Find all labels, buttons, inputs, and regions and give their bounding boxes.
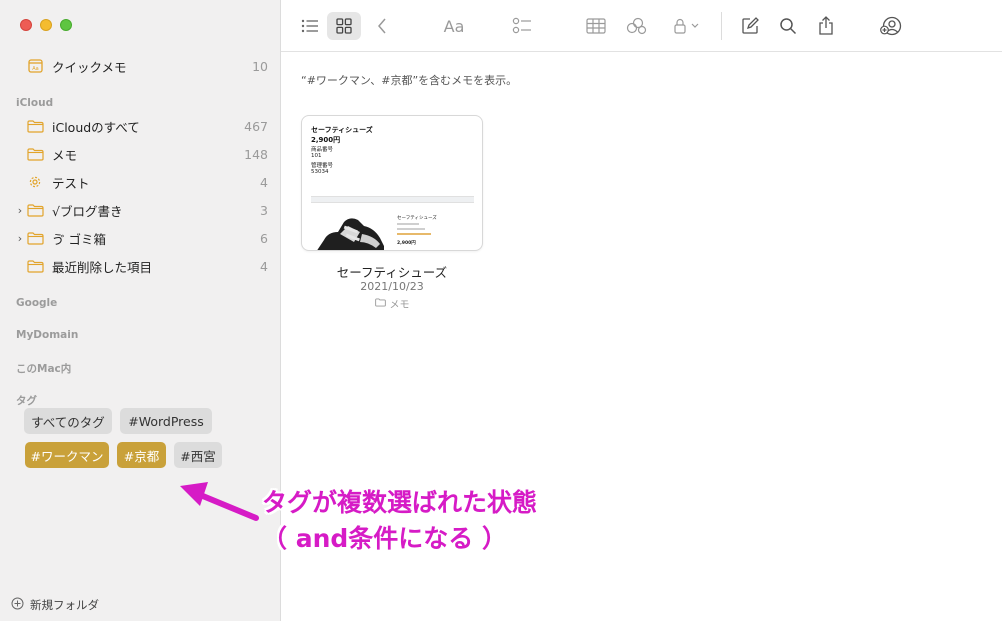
tag-workman[interactable]: #ワークマン [25,442,109,468]
sidebar-item-recently-deleted[interactable]: 最近削除した項目 4 [14,253,268,279]
sidebar-item-count: 4 [260,174,268,190]
preview-text: 53034 [311,169,329,175]
quick-note-icon: Aa [26,59,44,73]
section-header-tags: タグ [16,395,37,407]
sidebar: Aa クイックメモ 10 iCloud iCloudのすべて 467 メモ 14… [0,0,281,621]
disclosure-chevron-icon[interactable]: › [14,232,26,245]
share-icon[interactable] [813,12,839,40]
preview-product-name: セーフティシューズ [397,216,437,221]
search-icon[interactable] [775,12,801,40]
sidebar-item-count: 467 [244,118,268,134]
notes-window: Aa クイックメモ 10 iCloud iCloudのすべて 467 メモ 14… [0,0,1002,621]
note-folder-label: メモ [389,300,410,311]
sidebar-item-label: √ブログ書き [52,203,123,219]
folder-icon [26,203,44,217]
zoom-window-button[interactable] [60,19,72,31]
sidebar-item-quick-note[interactable]: Aa クイックメモ 10 [14,53,268,79]
checklist-icon[interactable] [509,12,535,40]
annotation-text-line2: （ and条件になる ） [262,524,507,553]
sidebar-item-count: 10 [252,58,268,74]
sidebar-item-label: ゔ ゴミ箱 [52,231,107,247]
section-header-google[interactable]: Google [16,297,57,309]
sidebar-item-test[interactable]: テスト 4 [14,169,268,195]
sidebar-item-label: iCloudのすべて [52,119,140,135]
list-view-icon[interactable] [295,12,325,40]
sidebar-item-count: 6 [260,230,268,246]
collaborate-icon[interactable] [877,12,905,40]
sidebar-item-blog[interactable]: › √ブログ書き 3 [14,197,268,223]
tag-wordpress[interactable]: #WordPress [120,408,212,434]
tag-nishinomiya[interactable]: #西宮 [174,442,222,468]
new-folder-button[interactable]: 新規フォルダ [11,597,99,613]
compose-icon[interactable] [737,12,763,40]
disclosure-chevron-icon[interactable]: › [14,204,26,217]
note-title[interactable]: セーフティシューズ [301,262,483,281]
back-icon[interactable] [371,12,393,40]
search-description: “#ワークマン、#京都”を含むメモを表示。 [301,74,518,87]
preview-text: 管理番号 [311,163,334,169]
annotation-arrow-icon [180,482,259,521]
sidebar-item-trash[interactable]: › ゔ ゴミ箱 6 [14,225,268,251]
note-thumbnail[interactable]: セーフティシューズ 2,900円 商品番号 101 管理番号 53034 セーフ… [301,115,483,251]
sidebar-item-memo[interactable]: メモ 148 [14,141,268,167]
lock-icon[interactable] [669,12,705,40]
toolbar-divider [721,12,722,40]
note-folder: メモ [301,296,483,311]
gear-icon [26,175,44,189]
sidebar-item-icloud-all[interactable]: iCloudのすべて 467 [14,113,268,139]
sidebar-item-label: テスト [52,175,90,191]
preview-text: 101 [311,153,322,159]
table-icon[interactable] [583,12,609,40]
shoe-image [317,218,384,250]
format-icon[interactable]: Aa [439,12,469,40]
plus-circle-icon [11,597,24,613]
toolbar: Aa [281,0,1002,52]
close-window-button[interactable] [20,19,32,31]
sidebar-item-count: 4 [260,258,268,274]
preview-title: セーフティシューズ [311,126,373,134]
sidebar-item-count: 3 [260,202,268,218]
preview-price: 2,900円 [311,136,341,144]
section-header-icloud: iCloud [16,97,54,109]
gallery-view-icon[interactable] [327,12,361,40]
tag-all[interactable]: すべてのタグ [24,408,112,434]
folder-icon [26,231,44,245]
minimize-window-button[interactable] [40,19,52,31]
folder-icon [26,259,44,273]
annotation-text-line1: タグが複数選ばれた状態 [262,488,538,517]
sidebar-item-count: 148 [244,146,268,162]
section-header-mac[interactable]: このMac内 [16,361,71,376]
sidebar-item-label: 最近削除した項目 [52,259,153,275]
preview-web-header [311,196,474,203]
sidebar-item-label: クイックメモ [52,59,127,75]
folder-icon [26,147,44,161]
note-date: 2021/10/23 [360,280,424,293]
attachment-icon[interactable] [623,12,651,40]
window-controls [20,19,72,31]
new-folder-label: 新規フォルダ [30,598,99,612]
preview-product-price: 2,900円 [397,241,416,246]
sidebar-item-label: メモ [52,147,78,163]
preview-text: 商品番号 [311,147,334,153]
svg-text:Aa: Aa [32,66,38,72]
folder-icon [26,119,44,133]
tag-kyoto[interactable]: #京都 [117,442,166,468]
folder-icon [374,297,386,310]
section-header-mydomain[interactable]: MyDomain [16,329,78,341]
